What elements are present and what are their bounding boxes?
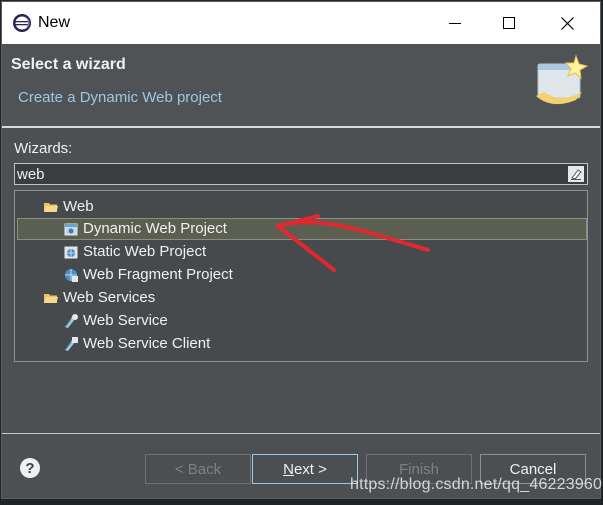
next-label: ext >: [293, 460, 327, 478]
tree-category-web[interactable]: Web: [15, 196, 587, 219]
folder-open-icon: [44, 203, 58, 212]
help-icon[interactable]: ?: [20, 458, 40, 478]
web-service-client-icon: [65, 337, 78, 351]
tree-label: Static Web Project: [83, 243, 207, 260]
banner-subtitle: Create a Dynamic Web project: [18, 89, 222, 106]
watermark-text: https://blog.csdn.net/qq_46223960: [350, 476, 603, 493]
tree-item-static-web-project[interactable]: Static Web Project: [15, 241, 587, 264]
tree-category-web-services[interactable]: Web Services: [15, 287, 587, 310]
tree-label: Web Fragment Project: [83, 266, 233, 283]
tree-label: Web Service Client: [83, 335, 211, 352]
static-web-project-icon: [64, 246, 78, 259]
next-mnemonic: N: [283, 460, 294, 478]
wizard-banner: Select a wizard Create a Dynamic Web pro…: [2, 44, 600, 126]
tree-item-dynamic-web-project[interactable]: Dynamic Web Project: [15, 218, 587, 241]
tree-item-web-fragment-project[interactable]: Web Fragment Project: [15, 264, 587, 287]
web-fragment-project-icon: [65, 269, 78, 282]
maximize-icon: [503, 17, 515, 29]
maximize-button[interactable]: [480, 2, 538, 44]
wizards-label: Wizards:: [14, 140, 73, 157]
folder-open-icon: [44, 294, 58, 303]
eclipse-new-icon: [13, 14, 31, 32]
wizard-filter-field[interactable]: [14, 163, 588, 185]
dynamic-web-project-icon: [64, 223, 78, 236]
minimize-button[interactable]: [426, 2, 484, 44]
wizard-filter-input[interactable]: [17, 165, 557, 183]
window-title: New: [38, 14, 71, 31]
web-service-icon: [65, 314, 78, 328]
tree-item-web-service-client[interactable]: Web Service Client: [15, 333, 587, 356]
tree-label: Web: [63, 198, 94, 215]
header-separator: [2, 126, 600, 128]
footer-separator: [2, 433, 600, 434]
wizard-tree[interactable]: Web Dynamic Web Project Static Web Proje…: [14, 190, 588, 362]
close-icon: [560, 16, 574, 30]
tree-label: Dynamic Web Project: [83, 220, 227, 237]
title-bar[interactable]: New: [2, 2, 600, 44]
tree-label: Web Services: [63, 289, 156, 306]
wizard-banner-icon: [536, 54, 589, 105]
next-button[interactable]: Next >: [252, 454, 358, 484]
close-button[interactable]: [538, 2, 596, 44]
banner-title: Select a wizard: [11, 56, 126, 73]
clear-filter-icon[interactable]: [568, 166, 584, 182]
minimize-icon: [449, 23, 461, 24]
back-button[interactable]: < Back: [145, 454, 251, 484]
new-wizard-dialog: New Select a wizard Create a Dynamic Web…: [1, 1, 601, 499]
tree-label: Web Service: [83, 312, 168, 329]
tree-item-web-service[interactable]: Web Service: [15, 310, 587, 333]
